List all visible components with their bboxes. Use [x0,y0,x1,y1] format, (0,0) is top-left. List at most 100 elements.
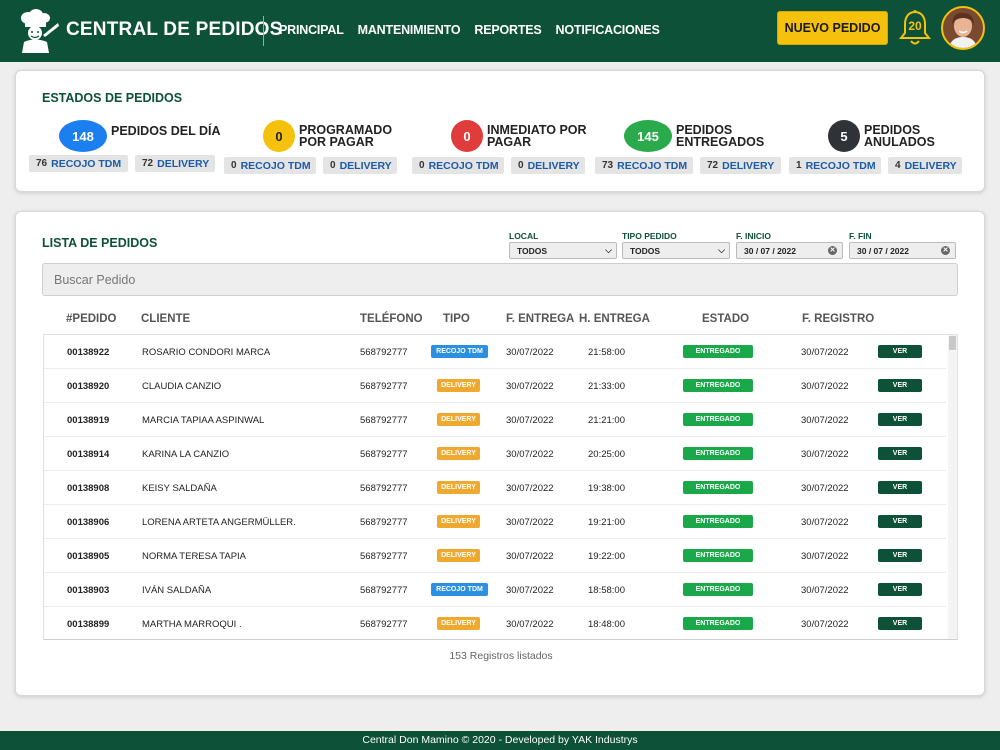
cell-f-entrega: 30/07/2022 [506,415,554,426]
tipo-badge: DELIVERY [437,549,480,562]
table-row[interactable]: 00138908 KEISY SALDAÑA 568792777 DELIVERY 30… [44,471,946,505]
recojo-label: RECOJO TDM [240,159,311,172]
status-label-anulados: PEDIDOS ANULADOS [864,124,935,149]
status-badge: ENTREGADO [683,549,753,562]
status-label-line2: POR PAGAR [299,135,374,149]
scrollbar-thumb[interactable] [949,336,956,350]
cell-telefono: 568792777 [360,551,408,562]
recojo-label: RECOJO TDM [428,159,499,172]
table-row[interactable]: 00138919 MARCIA TAPIAA ASPINWAL 568792777 D… [44,403,946,437]
delivery-pill-inmediato[interactable]: 0 DELIVERY [511,157,585,174]
status-badge: ENTREGADO [683,447,753,460]
cell-h-entrega: 21:21:00 [588,415,625,426]
recojo-pill-anulados[interactable]: 1 RECOJO TDM [789,157,881,174]
filter-local-select[interactable]: TODOS ⌵ [509,242,617,259]
delivery-count: 72 [142,158,154,169]
nav-item-reportes[interactable]: REPORTES [474,23,541,37]
cell-h-entrega: 18:48:00 [588,619,625,630]
cell-cliente: KARINA LA CANZIO [142,449,230,460]
cell-pedido: 00138914 [67,449,110,460]
filter-fin-date[interactable]: 30 / 07 / 2022 ✕ [849,242,956,259]
delivery-pill-entregados[interactable]: 72 DELIVERY [700,157,781,174]
table-row[interactable]: 00138922 ROSARIO CONDORI MARCA 568792777 RE… [44,335,946,369]
recojo-pill-del-dia[interactable]: 76 RECOJO TDM [29,155,128,172]
cell-f-entrega: 30/07/2022 [506,517,554,528]
nav-item-principal[interactable]: PRINCIPAL [279,23,344,37]
delivery-label: DELIVERY [157,157,210,170]
filter-inicio-date[interactable]: 30 / 07 / 2022 ✕ [736,242,843,259]
table-row[interactable]: 00138920 CLAUDIA CANZIO 568792777 DELIVERY 3… [44,369,946,403]
table-row[interactable]: 00138906 LORENA ARTETA ANGERMÜLLER. 568792… [44,505,946,539]
table-scrollbar[interactable] [948,335,957,639]
nav-item-mantenimiento[interactable]: MANTENIMIENTO [358,23,461,37]
delivery-label: DELIVERY [904,159,957,172]
recojo-label: RECOJO TDM [51,157,122,170]
delivery-label: DELIVERY [339,159,392,172]
view-button[interactable]: VER [878,379,922,392]
filter-tipo-select[interactable]: TODOS ⌵ [622,242,730,259]
delivery-pill-del-dia[interactable]: 72 DELIVERY [135,155,215,172]
status-badge: ENTREGADO [683,515,753,528]
table-row[interactable]: 00138905 NORMA TERESA TAPIA 568792777 DELIV… [44,539,946,573]
notifications-button[interactable]: 20 [898,9,932,47]
delivery-pill-anulados[interactable]: 4 DELIVERY [888,157,962,174]
table-row[interactable]: 00138914 KARINA LA CANZIO 568792777 DELIVER… [44,437,946,471]
status-label-del-dia: PEDIDOS DEL DÍA [111,124,221,138]
filter-tipo-value: TODOS [630,245,661,256]
view-button[interactable]: VER [878,447,922,460]
recojo-pill-entregados[interactable]: 73 RECOJO TDM [595,157,693,174]
clear-icon[interactable]: ✕ [828,246,837,255]
delivery-count: 4 [895,160,901,171]
delivery-count: 0 [518,160,524,171]
filter-fin-value: 30 / 07 / 2022 [857,245,909,256]
chef-logo-icon[interactable] [14,9,60,53]
column-header-tipo: TIPO [443,313,470,325]
records-count: 153 Registros listados [449,650,553,662]
filter-tipo-label: TIPO PEDIDO [622,231,677,241]
view-button[interactable]: VER [878,617,922,630]
recojo-count: 0 [419,160,425,171]
filter-inicio-value: 30 / 07 / 2022 [744,245,796,256]
filter-inicio-label: F. INICIO [736,231,771,241]
cell-telefono: 568792777 [360,483,408,494]
table-row[interactable]: 00138899 MARTHA MARROQUI . 568792777 DELIVE… [44,607,946,639]
delivery-pill-programado[interactable]: 0 DELIVERY [323,157,397,174]
cell-cliente: NORMA TERESA TAPIA [142,551,247,562]
view-button[interactable]: VER [878,515,922,528]
recojo-pill-inmediato[interactable]: 0 RECOJO TDM [412,157,504,174]
cell-h-entrega: 21:33:00 [588,381,625,392]
header-divider [263,16,264,46]
search-input[interactable] [42,263,958,296]
new-order-button[interactable]: NUEVO PEDIDO [777,11,888,45]
view-button[interactable]: VER [878,481,922,494]
view-button[interactable]: VER [878,549,922,562]
nav-item-notificaciones[interactable]: NOTIFICACIONES [556,23,660,37]
user-avatar[interactable] [941,6,985,50]
recojo-pill-programado[interactable]: 0 RECOJO TDM [224,157,316,174]
status-section-title: ESTADOS DE PEDIDOS [42,91,183,105]
view-button[interactable]: VER [878,413,922,426]
status-count-entregados: 145 [624,120,672,152]
tipo-badge: RECOJO TDM [431,583,488,596]
cell-pedido: 00138903 [67,585,110,596]
status-badge: ENTREGADO [683,481,753,494]
view-button[interactable]: VER [878,345,922,358]
cell-cliente: LORENA ARTETA ANGERMÜLLER. [142,517,296,528]
column-header-cliente: CLIENTE [141,313,191,325]
cell-f-registro: 30/07/2022 [801,585,849,596]
cell-f-registro: 30/07/2022 [801,551,849,562]
recojo-count: 76 [36,158,48,169]
cell-h-entrega: 20:25:00 [588,449,625,460]
cell-f-entrega: 30/07/2022 [506,483,554,494]
table-row[interactable]: 00138903 IVÁN SALDAÑA 568792777 RECOJO TDM 3… [44,573,946,607]
chevron-down-icon: ⌵ [605,245,612,255]
order-list-card: LISTA DE PEDIDOS LOCAL TODOS ⌵ TIPO PEDI… [15,211,985,696]
status-label-programado: PROGRAMADO POR PAGAR [299,124,392,149]
orders-table[interactable]: 00138922 ROSARIO CONDORI MARCA 568792777 RE… [43,334,958,640]
cell-telefono: 568792777 [360,415,408,426]
column-header-h-entrega: H. ENTREGA [579,313,650,325]
status-label-line2: ANULADOS [864,135,935,149]
status-label-inmediato: INMEDIATO POR PAGAR [487,124,587,149]
view-button[interactable]: VER [878,583,922,596]
clear-icon[interactable]: ✕ [941,246,950,255]
